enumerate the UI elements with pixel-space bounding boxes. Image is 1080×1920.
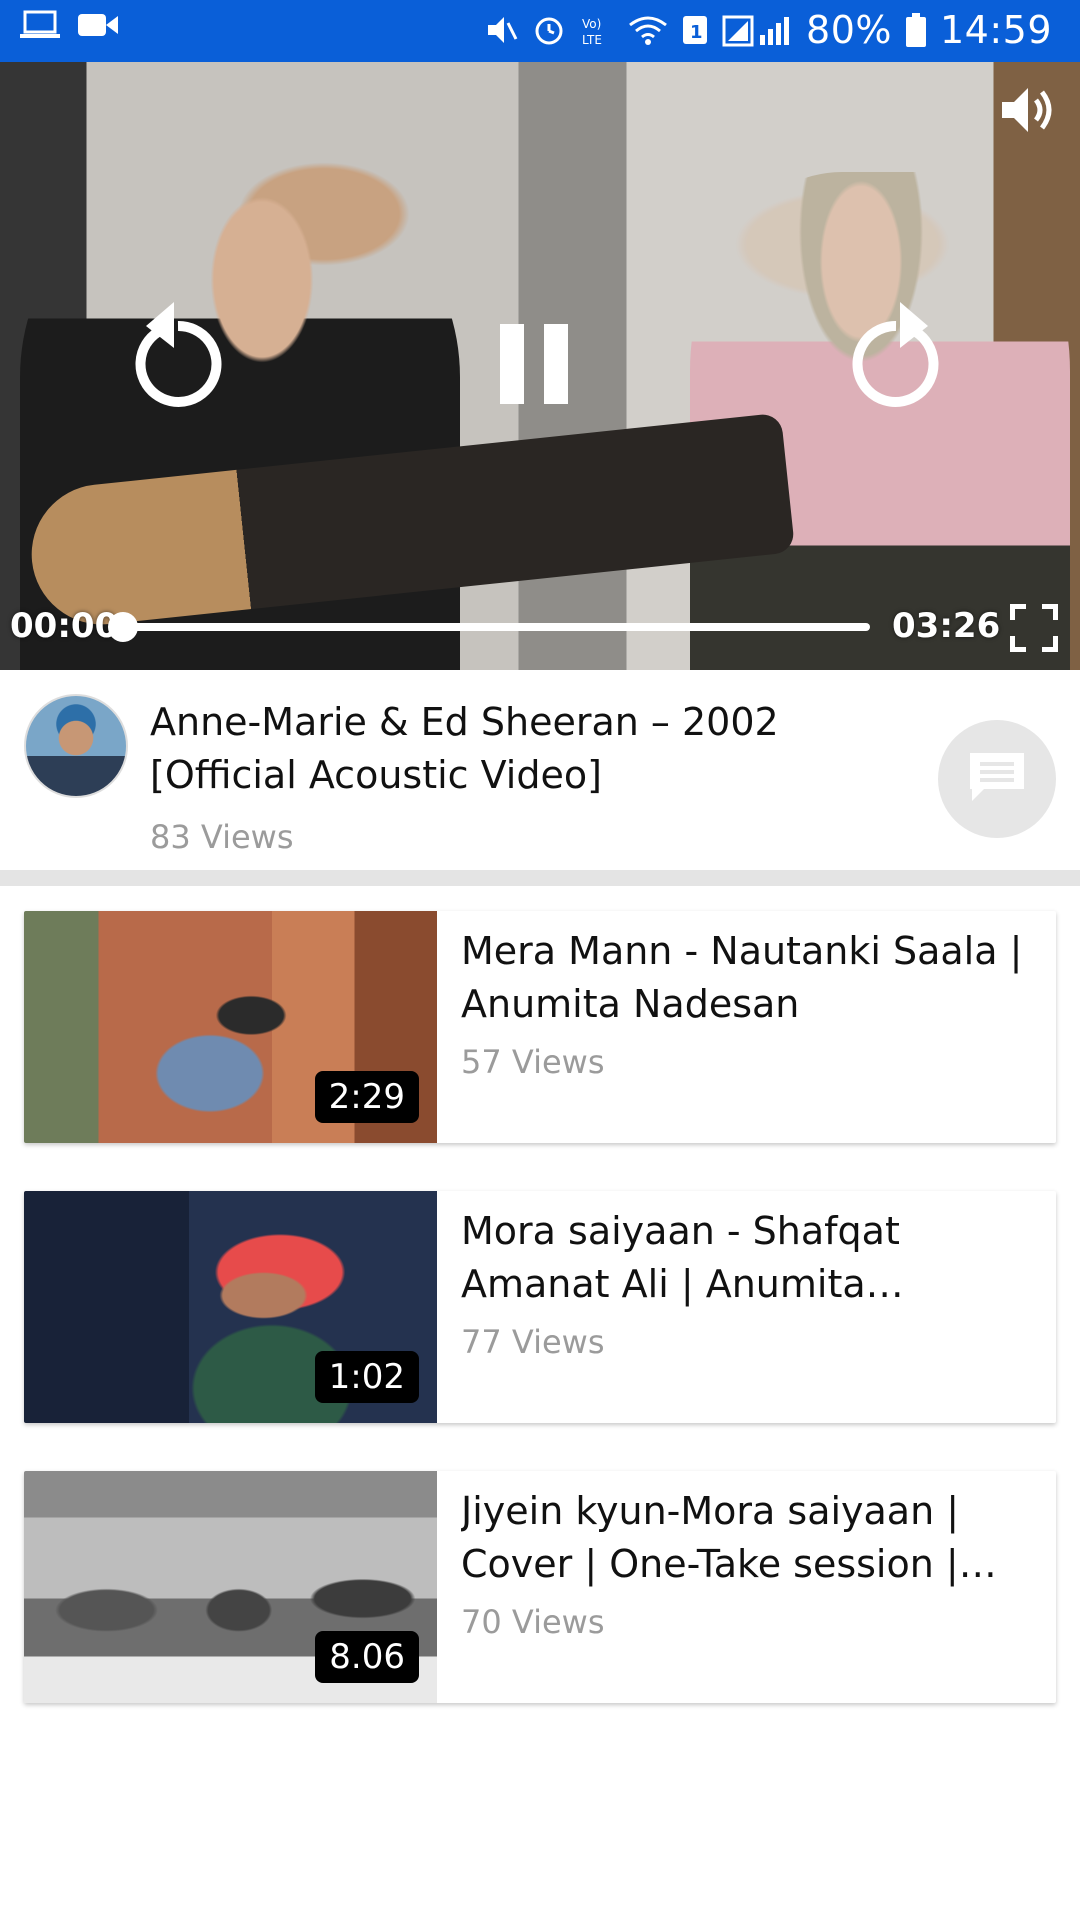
- now-playing-info: Anne-Marie & Ed Sheeran – 2002 [Official…: [0, 670, 1080, 870]
- list-item[interactable]: 1:02 Mora saiyaan - Shafqat Amanat Ali |…: [24, 1191, 1056, 1423]
- duration-badge: 2:29: [314, 1071, 419, 1123]
- clock: 14:59: [939, 8, 1052, 52]
- current-time: 00:00: [10, 606, 119, 646]
- seek-thumb[interactable]: [108, 612, 138, 642]
- battery-icon: [905, 13, 926, 47]
- svg-text:LTE: LTE: [582, 33, 602, 47]
- list-item-title: Mora saiyaan - Shafqat Amanat Ali | Anum…: [461, 1209, 900, 1306]
- video-thumbnail[interactable]: 2:29: [24, 911, 437, 1143]
- video-title: Anne-Marie & Ed Sheeran – 2002 [Official…: [150, 700, 779, 797]
- duration-badge: 8.06: [315, 1631, 419, 1683]
- wifi-icon: [628, 13, 668, 47]
- comment-icon: [966, 749, 1028, 809]
- seek-bar[interactable]: [124, 623, 870, 631]
- video-thumbnail[interactable]: 8.06: [24, 1471, 437, 1703]
- sim-badge: 1: [682, 13, 708, 47]
- list-item-title: Mera Mann - Nautanki Saala | Anumita Nad…: [461, 929, 1023, 1026]
- svg-text:1: 1: [690, 22, 703, 43]
- svg-text:Vo): Vo): [582, 17, 601, 31]
- list-item[interactable]: 2:29 Mera Mann - Nautanki Saala | Anumit…: [24, 911, 1056, 1143]
- list-item-views: 57 Views: [461, 1043, 605, 1081]
- total-time: 03:26: [892, 606, 1001, 646]
- video-views: 83 Views: [150, 818, 294, 856]
- comment-button[interactable]: [938, 720, 1056, 838]
- video-thumbnail[interactable]: 1:02: [24, 1191, 437, 1423]
- duration-badge: 1:02: [314, 1351, 419, 1403]
- battery-percent: 80%: [806, 8, 892, 52]
- laptop-icon: [20, 10, 60, 40]
- list-item-views: 70 Views: [461, 1603, 605, 1641]
- video-camera-icon: [78, 10, 118, 40]
- list-item-views: 77 Views: [461, 1323, 605, 1361]
- volte-icon: Vo) LTE: [580, 13, 614, 47]
- replay-icon[interactable]: [128, 302, 228, 412]
- alarm-icon: [532, 13, 566, 47]
- fullscreen-icon[interactable]: [1010, 604, 1058, 652]
- avatar[interactable]: [24, 694, 128, 798]
- list-item[interactable]: 8.06 Jiyein kyun-Mora saiyaan | Cover | …: [24, 1471, 1056, 1703]
- volume-icon[interactable]: [998, 80, 1058, 140]
- video-player[interactable]: 00:00 03:26: [0, 62, 1080, 670]
- list-item-title: Jiyein kyun-Mora saiyaan | Cover | One-T…: [461, 1489, 960, 1586]
- status-bar: Vo) LTE 1 80% 14:59: [0, 0, 1080, 62]
- signal-icon: [722, 13, 792, 47]
- forward-icon[interactable]: [846, 302, 946, 412]
- mute-icon: [484, 13, 518, 47]
- section-divider: [0, 870, 1080, 886]
- pause-icon[interactable]: [498, 324, 570, 404]
